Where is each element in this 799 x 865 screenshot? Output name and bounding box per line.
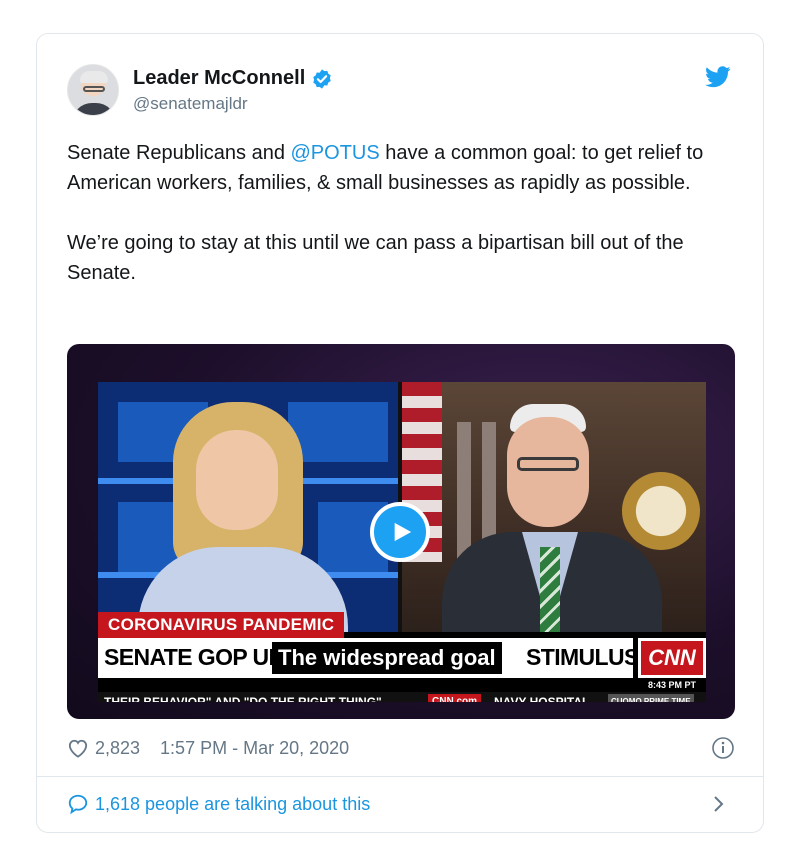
tweet-meta-row: 2,823 1:57 PM - Mar 20, 2020	[67, 734, 735, 762]
senator-pane	[402, 382, 706, 632]
mention-link[interactable]: @POTUS	[291, 142, 380, 164]
chevron-right-icon	[714, 796, 724, 812]
card-divider	[37, 776, 763, 777]
news-ticker: THEIR BEHAVIOR" AND "DO THE RIGHT THING"…	[98, 692, 706, 702]
play-icon	[394, 522, 412, 542]
conversation-label: 1,618 people are talking about this	[95, 793, 371, 814]
like-count[interactable]: 2,823	[95, 738, 140, 759]
play-button[interactable]	[370, 502, 430, 562]
author-handle[interactable]: @senatemajldr	[133, 94, 248, 114]
ticker-left-text: THEIR BEHAVIOR" AND "DO THE RIGHT THING"	[104, 695, 382, 702]
tweet-text: Senate Republicans and @POTUS have a com…	[67, 138, 747, 318]
tweet-paragraph-2: We’re going to stay at this until we can…	[67, 232, 684, 284]
avatar-hair	[80, 71, 108, 83]
broadcast-time: 8:43 PM PT	[638, 678, 706, 692]
tweet-paragraph-1: Senate Republicans and @POTUS have a com…	[67, 138, 747, 198]
anchor-pane	[98, 382, 398, 632]
twitter-bird-icon[interactable]	[705, 66, 731, 88]
comment-icon	[68, 794, 88, 815]
tweet-card: Leader McConnell @senatemajldr Senate Re…	[36, 33, 764, 833]
heart-icon[interactable]	[67, 738, 89, 758]
verified-badge-icon	[313, 68, 331, 89]
headline-end: STIMULUS	[526, 644, 639, 670]
video-player[interactable]: CORONAVIRUS PANDEMIC SENATE GOP UNVE STI…	[67, 344, 735, 719]
avatar[interactable]	[67, 64, 119, 116]
cnn-logo: CNN	[638, 638, 706, 678]
avatar-glasses	[83, 86, 105, 92]
tweet-timestamp[interactable]: 1:57 PM - Mar 20, 2020	[160, 738, 349, 759]
conversation-link[interactable]: 1,618 people are talking about this	[67, 790, 735, 818]
ticker-logo: CNN.com	[428, 694, 482, 702]
author-display-name[interactable]: Leader McConnell	[133, 67, 305, 90]
senate-seal	[622, 472, 700, 550]
tweet-text-segment: Senate Republicans and	[67, 142, 291, 164]
topic-label: CORONAVIRUS PANDEMIC	[98, 612, 345, 638]
news-lower-third: CORONAVIRUS PANDEMIC SENATE GOP UNVE STI…	[98, 612, 706, 702]
video-caption: The widespread goal	[272, 642, 502, 674]
author-name-row: Leader McConnell	[133, 67, 333, 90]
info-icon[interactable]	[711, 736, 735, 760]
ticker-right-text: NAVY HOSPITAL	[494, 695, 590, 702]
ticker-show-name: CUOMO PRIME TIME	[608, 694, 694, 702]
avatar-suit	[72, 103, 116, 115]
